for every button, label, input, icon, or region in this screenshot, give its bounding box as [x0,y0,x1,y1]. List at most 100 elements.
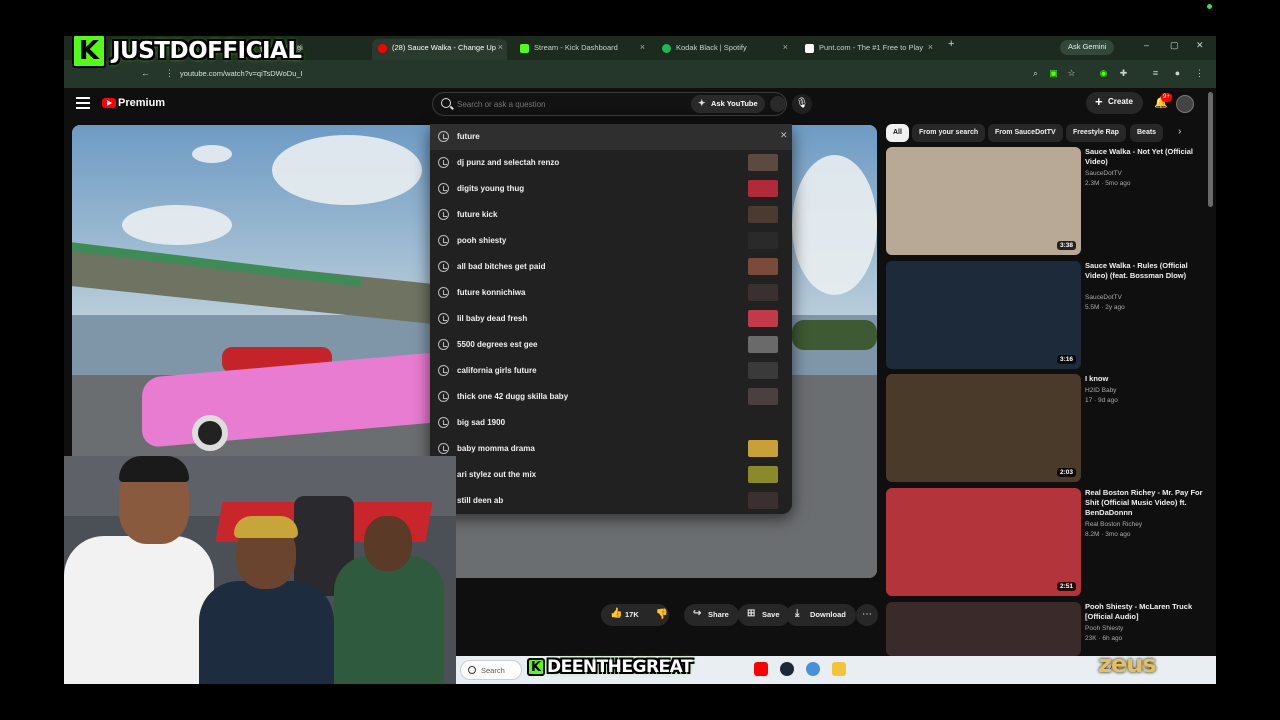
profile-icon[interactable]: ● [1172,68,1183,79]
microphone-icon[interactable]: 🎙 [792,94,812,114]
history-icon [438,131,449,142]
close-icon[interactable]: × [640,42,645,52]
tab-4[interactable]: Punt.com - The #1 Free to Play × [799,39,937,60]
tab-label: Stream - Kick Dashboard [534,43,618,52]
suggestion-text: california girls future [457,366,537,375]
suggestion-item[interactable]: big sad 1900 [430,410,792,436]
ask-youtube-button[interactable]: Ask YouTube [691,95,765,113]
page-scrollbar[interactable] [1208,92,1213,207]
channel-name[interactable]: SauceDotTV [1085,170,1122,177]
address-bar: ← ⋮ youtube.com/watch?v=qiTsDWoDu_I ⌕ ▣ … [64,60,1216,88]
chip-beats[interactable]: Beats [1130,124,1164,142]
video-thumbnail[interactable] [886,602,1081,656]
close-icon[interactable]: × [498,42,503,52]
youtube-icon [378,44,387,53]
save-button[interactable]: ⊞ Save [738,604,790,626]
video-thumbnail[interactable]: 3:38 [886,147,1081,255]
channel-name[interactable]: SauceDotTV [1085,294,1122,301]
url-field[interactable]: youtube.com/watch?v=qiTsDWoDu_I [180,69,303,78]
tab-3[interactable]: Kodak Black | Spotify × [656,39,792,60]
chip-from-your-search[interactable]: From your search [912,124,986,142]
menu-icon[interactable]: ⋮ [1194,68,1205,79]
taskbar-search[interactable]: Search [460,660,522,680]
chevron-right-icon[interactable]: › [1178,126,1181,137]
site-info-icon[interactable]: ⋮ [164,68,175,79]
new-tab-button[interactable]: + [948,38,954,50]
video-title[interactable]: Sauce Walka - Not Yet (Official Video) [1085,147,1205,167]
download-icon: ⤓ [795,608,800,619]
recommendation-card[interactable]: 3:16 Sauce Walka - Rules (Official Video… [886,261,1216,371]
channel-name[interactable]: Pooh Shiesty [1085,625,1123,632]
suggestion-item[interactable]: all bad bitches get paid [430,254,792,280]
zoom-icon[interactable]: ⌕ [1030,68,1041,79]
extension-icon[interactable]: ◉ [1098,68,1109,79]
share-button[interactable]: ↪ Share [684,604,739,626]
thumbs-down-icon[interactable]: 👎 [651,604,673,626]
recommendation-card[interactable]: 2:51 Real Boston Richey - Mr. Pay For Sh… [886,488,1216,598]
youtube-logo-icon[interactable] [102,98,116,108]
search-box[interactable]: Ask YouTube [432,92,787,116]
chip-from-saucedottv[interactable]: From SauceDotTV [988,124,1063,142]
suggestion-item[interactable]: lil baby dead fresh [430,306,792,332]
more-actions-icon[interactable]: ⋯ [856,604,878,626]
suggestion-item[interactable]: california girls future [430,358,792,384]
duration-badge: 2:03 [1056,468,1076,477]
suggestion-item[interactable]: baby momma drama [430,436,792,462]
suggestion-item[interactable]: 5500 degrees est gee [430,332,792,358]
suggestion-thumbnail [748,336,778,353]
hamburger-menu-icon[interactable] [76,97,90,109]
close-window-icon[interactable]: ✕ [1196,40,1204,51]
video-thumbnail[interactable]: 2:03 [886,374,1081,482]
suggestion-thumbnail [748,232,778,249]
file-explorer-icon[interactable] [832,662,846,676]
kick-icon [520,44,529,53]
avatar[interactable] [1176,95,1194,113]
video-title[interactable]: Pooh Shiesty - McLaren Truck [Official A… [1085,602,1205,622]
suggestion-item[interactable]: still deen ab [430,488,792,514]
download-button[interactable]: ⤓ Download [786,604,856,626]
suggestion-item[interactable]: future ✕ [430,124,792,150]
like-count: 17K [625,610,639,619]
suggestion-item[interactable]: future konnichiwa [430,280,792,306]
recommendation-card[interactable]: 3:38 Sauce Walka - Not Yet (Official Vid… [886,147,1216,257]
close-icon[interactable]: × [783,42,788,52]
tab-label: (28) Sauce Walka - Change Up [392,43,496,52]
suggestion-item[interactable]: dj punz and selectah renzo [430,150,792,176]
suggestion-item[interactable]: digits young thug [430,176,792,202]
video-thumbnail[interactable]: 2:51 [886,488,1081,596]
back-icon[interactable]: ← [140,68,151,79]
youtube-app-icon[interactable] [754,662,768,676]
channel-name[interactable]: H2ID Baby [1085,387,1116,394]
person-right [334,556,444,684]
video-meta: 5.5M · 2y ago [1085,304,1125,311]
suggestion-item[interactable]: future kick [430,202,792,228]
video-title[interactable]: Sauce Walka - Rules (Official Video) (fe… [1085,261,1205,281]
person-left [64,536,214,684]
close-icon[interactable]: × [928,42,933,52]
video-thumbnail[interactable]: 3:16 [886,261,1081,369]
suggestion-item[interactable]: thick one 42 dugg skilla baby [430,384,792,410]
minimize-icon[interactable]: – [1144,40,1149,50]
ask-gemini-button[interactable]: Ask Gemini [1060,40,1115,55]
search-submit-button[interactable] [770,96,786,112]
search-input[interactable] [457,98,687,111]
channel-name[interactable]: Real Boston Richey [1085,521,1142,528]
chip-freestyle-rap[interactable]: Freestyle Rap [1066,124,1126,142]
tab-1[interactable]: (28) Sauce Walka - Change Up × [372,39,507,60]
reading-list-icon[interactable]: ≡ [1150,68,1161,79]
tab-2[interactable]: Stream - Kick Dashboard × [514,39,649,60]
steam-app-icon[interactable] [780,662,794,676]
chrome-app-icon[interactable] [806,662,820,676]
create-button[interactable]: Create [1086,92,1143,114]
suggestion-item[interactable]: pooh shiesty [430,228,792,254]
video-title[interactable]: I know [1085,374,1205,384]
cast-icon[interactable]: ▣ [1048,68,1059,79]
bookmark-star-icon[interactable]: ☆ [1066,68,1077,79]
recommendation-card[interactable]: 2:03 I know H2ID Baby 17 · 9d ago [886,374,1216,484]
maximize-icon[interactable]: ▢ [1170,40,1179,51]
chip-all[interactable]: All [886,124,909,142]
video-title[interactable]: Real Boston Richey - Mr. Pay For Shit (O… [1085,488,1205,518]
extensions-puzzle-icon[interactable]: ✚ [1118,68,1129,79]
remove-suggestion-icon[interactable]: ✕ [780,130,788,141]
suggestion-item[interactable]: ari stylez out the mix [430,462,792,488]
